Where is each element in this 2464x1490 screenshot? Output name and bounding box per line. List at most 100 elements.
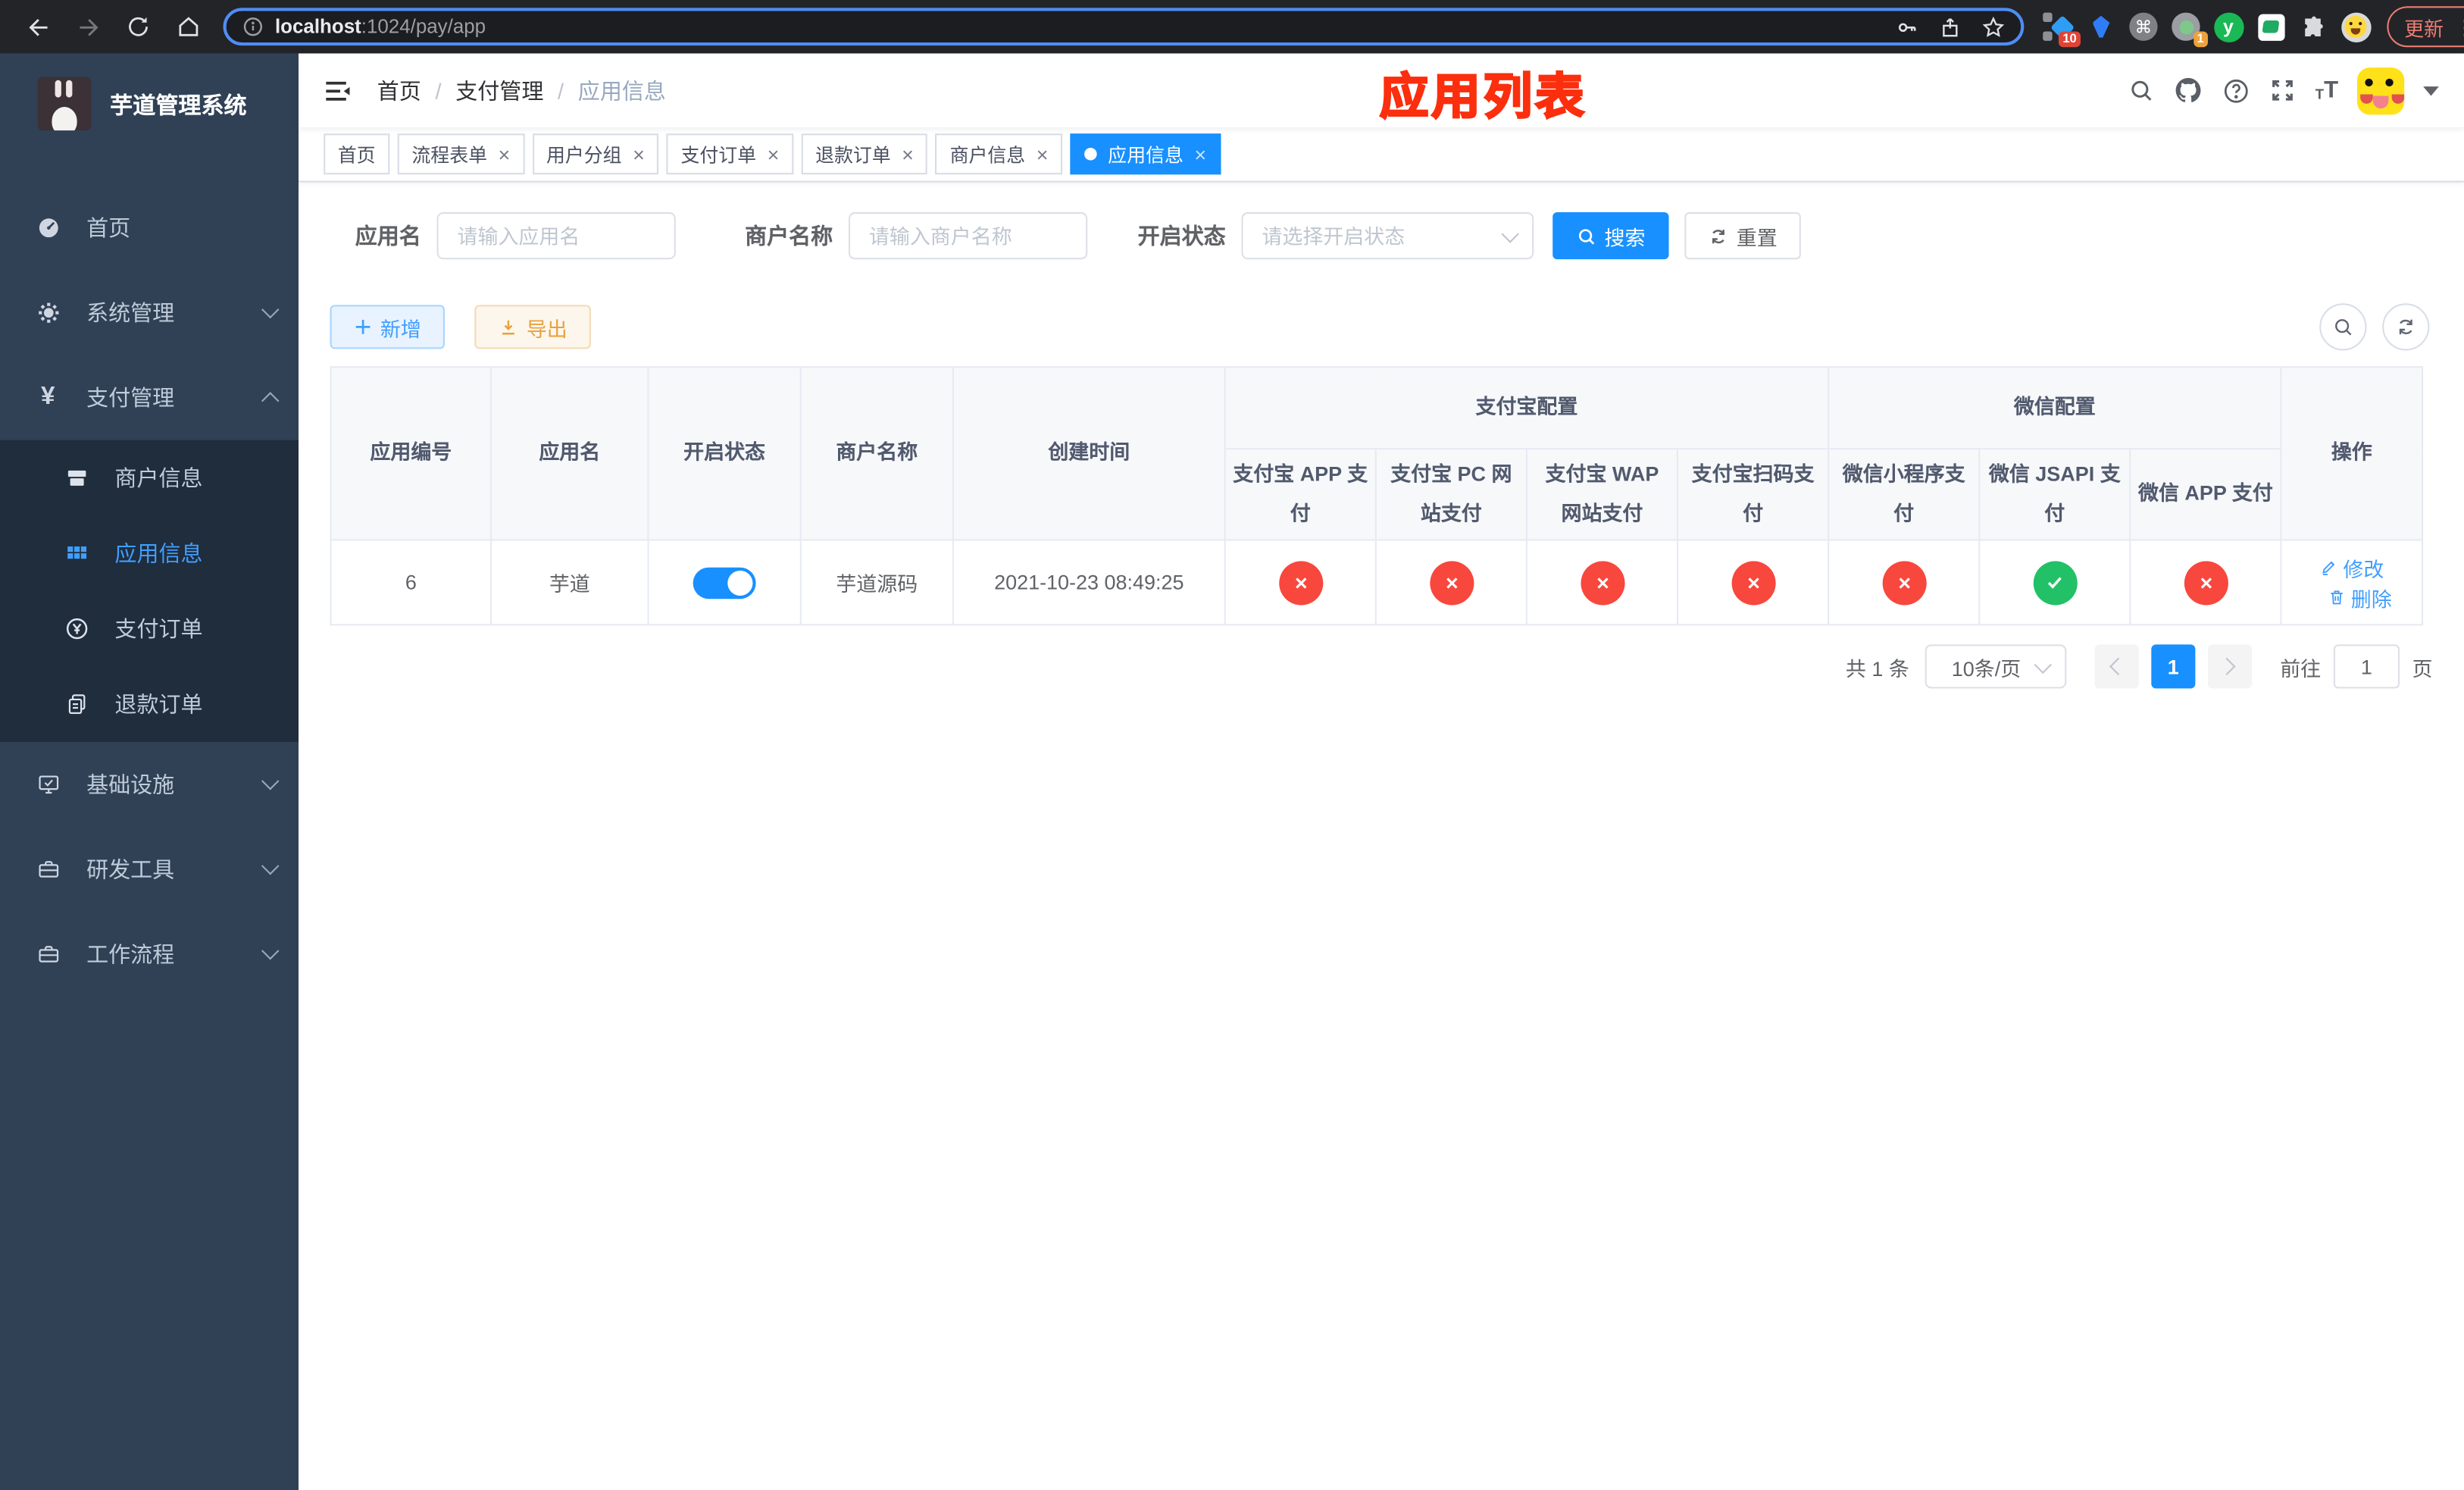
table-toolbar: 新增 导出 — [330, 303, 2433, 351]
merchant-name-input[interactable] — [848, 211, 1088, 260]
chevron-down-icon — [261, 300, 280, 319]
sidebar-logo[interactable]: 芋道管理系统 — [0, 54, 299, 155]
goto-label: 前往 — [2280, 656, 2322, 681]
sidebar-item-payment[interactable]: ¥ 支付管理 — [0, 355, 299, 440]
tab-close-icon[interactable]: × — [633, 144, 645, 164]
tab-merchant-info[interactable]: 商户信息 × — [935, 133, 1063, 175]
extension-badge: 1 — [2193, 31, 2208, 48]
tab-close-icon[interactable]: × — [768, 144, 780, 164]
column-header-actions: 操作 — [2280, 366, 2424, 542]
enabled-switch[interactable] — [693, 567, 756, 599]
browser-home-button[interactable] — [168, 6, 209, 47]
browser-update-button[interactable]: 更新 ⋮ — [2387, 6, 2464, 48]
toggle-search-button[interactable] — [2319, 303, 2367, 351]
page-size-select[interactable] — [1925, 645, 2067, 690]
screen: localhost:1024/pay/app 10 ⌘ 1 y 更新 芋道管理系… — [0, 0, 2464, 1490]
url-text: localhost:1024/pay/app — [274, 15, 486, 38]
breadcrumb-home[interactable]: 首页 — [377, 75, 421, 106]
status-select[interactable] — [1241, 211, 1534, 260]
page-number-button[interactable]: 1 — [2151, 645, 2196, 690]
search-button[interactable]: 搜索 — [1553, 211, 1669, 260]
channel-status-icon — [2032, 561, 2077, 606]
sidebar-item-refund-orders[interactable]: 退款订单 — [0, 666, 299, 742]
cell-created: 2021-10-23 08:49:25 — [952, 540, 1226, 627]
browser-menu-icon[interactable]: ⋮ — [2455, 17, 2464, 37]
add-button[interactable]: 新增 — [330, 305, 445, 349]
balloon-extension-icon[interactable] — [2085, 11, 2116, 42]
diamond-extension-icon[interactable]: 10 — [2043, 11, 2081, 48]
sidebar-item-infrastructure[interactable]: 基础设施 — [0, 742, 299, 827]
pagination-total: 共 1 条 — [1845, 656, 1909, 681]
sidebar-item-pay-orders[interactable]: 支付订单 — [0, 591, 299, 667]
goto-unit-label: 页 — [2412, 656, 2433, 681]
cell-merchant: 芋道源码 — [799, 540, 954, 627]
sidebar-item-merchant-info[interactable]: 商户信息 — [0, 440, 299, 516]
browser-forward-button[interactable] — [67, 6, 108, 47]
sidebar-item-app-info[interactable]: 应用信息 — [0, 515, 299, 591]
prev-page-button[interactable] — [2094, 645, 2139, 690]
tab-refund-orders[interactable]: 退款订单 × — [801, 133, 928, 175]
recorder-extension-icon[interactable]: 1 — [2170, 11, 2208, 48]
app-name-input[interactable] — [436, 211, 676, 260]
y-extension-icon[interactable]: y — [2212, 11, 2244, 42]
chevron-down-icon — [261, 857, 280, 875]
page-title-annotation: 应用列表 — [1379, 68, 1587, 125]
extensions-puzzle-icon[interactable] — [2297, 11, 2328, 42]
goto-page-input[interactable] — [2333, 645, 2400, 690]
column-header-wechat-mini: 微信小程序支付 — [1828, 448, 1981, 542]
gear-icon — [35, 300, 61, 325]
pagination: 共 1 条 1 前往 页 — [330, 645, 2433, 690]
column-header-wechat-app: 微信 APP 支付 — [2129, 448, 2282, 542]
browser-reload-button[interactable] — [118, 6, 159, 47]
monitor-icon — [35, 772, 61, 797]
column-header-alipay-app: 支付宝 APP 支付 — [1224, 448, 1377, 542]
avatar-caret-icon[interactable] — [2423, 86, 2439, 95]
command-extension-icon[interactable]: ⌘ — [2128, 11, 2159, 42]
channel-status-icon — [1580, 561, 1624, 606]
tab-close-icon[interactable]: × — [1194, 144, 1206, 164]
yen-circle-icon — [63, 616, 89, 641]
site-info-icon[interactable] — [242, 16, 264, 38]
breadcrumb-payment[interactable]: 支付管理 — [455, 75, 543, 106]
export-button[interactable]: 导出 — [474, 305, 591, 349]
edit-button[interactable]: 修改 — [2319, 553, 2384, 583]
help-icon[interactable] — [2222, 77, 2250, 105]
sidebar-item-workflow[interactable]: 工作流程 — [0, 912, 299, 997]
tab-home[interactable]: 首页× — [324, 133, 390, 175]
tab-close-icon[interactable]: × — [902, 144, 914, 164]
browser-back-button[interactable] — [17, 6, 58, 47]
delete-button[interactable]: 删除 — [2328, 583, 2392, 612]
password-key-icon[interactable] — [1895, 15, 1918, 39]
github-icon[interactable] — [2174, 76, 2203, 105]
fullscreen-icon[interactable] — [2270, 77, 2297, 104]
address-bar[interactable]: localhost:1024/pay/app — [223, 8, 2025, 46]
user-avatar[interactable] — [2356, 67, 2405, 114]
emoji-extension-icon[interactable] — [2340, 11, 2371, 42]
tab-close-icon[interactable]: × — [499, 144, 511, 164]
tab-close-icon[interactable]: × — [1037, 144, 1049, 164]
page-content: 应用名 商户名称 开启状态 搜索 重置 — [299, 183, 2464, 1490]
bookmark-star-icon[interactable] — [1981, 15, 2005, 39]
tab-pay-orders[interactable]: 支付订单 × — [666, 133, 794, 175]
group-header-wechat: 微信配置 — [1828, 366, 2282, 450]
chat-extension-icon[interactable] — [2255, 11, 2286, 42]
merchant-name-label: 商户名称 — [745, 223, 833, 249]
tab-user-group[interactable]: 用户分组 × — [532, 133, 659, 175]
reset-button[interactable]: 重置 — [1684, 211, 1801, 260]
refresh-table-button[interactable] — [2382, 303, 2430, 351]
channel-status-icon — [1429, 561, 1474, 606]
tab-app-info[interactable]: 应用信息 × — [1070, 133, 1221, 175]
sidebar-item-home[interactable]: 首页 — [0, 186, 299, 271]
header-search-icon[interactable] — [2128, 77, 2155, 104]
channel-status-icon — [1278, 561, 1323, 606]
font-size-icon[interactable]: TT — [2315, 79, 2338, 102]
sidebar-item-system[interactable]: 系统管理 — [0, 271, 299, 355]
next-page-button[interactable] — [2207, 645, 2252, 690]
column-header-merchant: 商户名称 — [799, 366, 954, 542]
channel-status-icon — [1731, 561, 1775, 606]
tab-process-form[interactable]: 流程表单 × — [397, 133, 524, 175]
sidebar-collapse-button[interactable] — [324, 77, 352, 105]
sidebar-item-dev-tools[interactable]: 研发工具 — [0, 827, 299, 912]
share-icon[interactable] — [1939, 15, 1961, 39]
column-header-app-id: 应用编号 — [330, 366, 492, 542]
